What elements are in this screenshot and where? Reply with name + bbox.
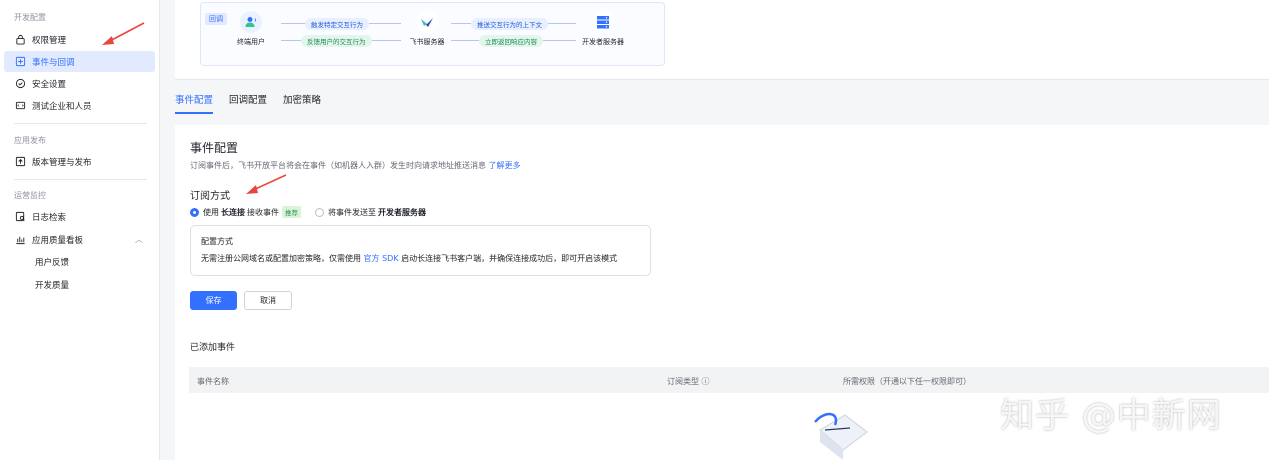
watermark: 知乎 @中新网 (1000, 396, 1222, 436)
option-text: 使用 (203, 207, 219, 217)
radio-dev-server[interactable]: 将事件发送至 开发者服务器 (315, 207, 428, 218)
group-title-release: 应用发布 (14, 136, 46, 145)
tab-encryption[interactable]: 加密策略 (283, 92, 321, 114)
sidebar-item-version[interactable]: 版本管理与发布 (4, 151, 155, 172)
flow-node-label: 终端用户 (237, 38, 265, 46)
sidebar-item-label: 应用质量看板 (32, 235, 84, 246)
empty-state-icon (814, 412, 868, 460)
option-bold-text: 长连接 (221, 207, 245, 217)
flow-node-user: 终端用户 (221, 11, 281, 47)
flow-pill: 触发特定交互行为 (305, 18, 369, 30)
shield-check-icon (15, 78, 26, 89)
tab-callback-config[interactable]: 回调配置 (229, 92, 267, 114)
added-events-title: 已添加事件 (190, 343, 236, 353)
option-bold-text: 开发者服务器 (378, 207, 426, 217)
lock-icon (15, 34, 26, 45)
info-text: 无需注册公网域名或配置加密策略，仅需使用 官方 SDK 启动长连接飞书客户端，并… (201, 253, 640, 264)
flow-card: 回调 终端用户 飞书服务器 开发者服务器 触发特定交互行为 反馈用户的交互行为 … (175, 0, 1269, 80)
annotation-arrow-icon (102, 22, 145, 45)
option-text: 将事件发送至 (328, 207, 376, 217)
sidebar-divider (14, 123, 147, 124)
recommend-badge: 推荐 (282, 206, 301, 218)
cancel-button[interactable]: 取消 (244, 291, 292, 310)
tab-event-config[interactable]: 事件配置 (175, 92, 214, 114)
sidebar-item-label: 日志检索 (32, 212, 67, 223)
group-title-dev: 开发配置 (14, 13, 46, 22)
description-text: 订阅事件后，飞书开放平台将会在事件（如机器人入群）发生时向请求地址推送消息 (190, 161, 486, 170)
flow-node-label: 开发者服务器 (582, 38, 624, 46)
sidebar-divider (14, 179, 147, 180)
sidebar-item-label: 用户反馈 (35, 257, 70, 268)
column-header: 订阅类型 ⓘ (667, 377, 710, 386)
test-icon (15, 100, 26, 111)
flow-diagram: 回调 终端用户 飞书服务器 开发者服务器 触发特定交互行为 反馈用户的交互行为 … (200, 2, 665, 66)
sidebar-item-security[interactable]: 安全设置 (4, 73, 155, 94)
feishu-logo-icon (416, 11, 438, 33)
server-icon (592, 11, 614, 33)
sidebar-item-quality-board[interactable]: 应用质量看板 ︿ (4, 229, 155, 250)
sidebar-item-label: 测试企业和人员 (32, 101, 92, 112)
tab-bar: 事件配置 回调配置 加密策略 (175, 92, 321, 114)
info-text-part: 启动长连接飞书客户端，并确保连接成功后，即可开启该模式 (401, 254, 618, 263)
group-title-ops: 运营监控 (14, 191, 46, 200)
event-icon (15, 56, 26, 67)
sidebar: 开发配置 权限管理 事件与回调 安全设置 测试企业和人员 应用发布 版本管理与发… (0, 0, 160, 460)
config-info-box: 配置方式 无需注册公网域名或配置加密策略，仅需使用 官方 SDK 启动长连接飞书… (190, 225, 651, 276)
sidebar-item-test[interactable]: 测试企业和人员 (4, 95, 155, 116)
subscribe-title: 订阅方式 (190, 191, 230, 202)
flow-pill: 推送交互行为的上下文 (471, 18, 548, 30)
sidebar-item-label: 开发质量 (35, 280, 70, 291)
radio-long-connection[interactable]: 使用 长连接 接收事件 推荐 (190, 206, 301, 218)
info-text-part: 无需注册公网域名或配置加密策略，仅需使用 (201, 254, 361, 263)
sidebar-item-logs[interactable]: 日志检索 (4, 206, 155, 227)
flow-pill: 立即返回响应内容 (479, 35, 543, 47)
option-text: 接收事件 (247, 207, 279, 217)
flow-node-label: 飞书服务器 (409, 38, 445, 46)
page-title: 事件配置 (190, 141, 239, 155)
sidebar-item-label: 事件与回调 (32, 57, 75, 68)
flow-node-dev-server: 开发者服务器 (573, 11, 633, 47)
sidebar-item-label: 安全设置 (32, 79, 67, 90)
flow-node-feishu: 飞书服务器 (397, 11, 457, 47)
sdk-link[interactable]: 官方 SDK (364, 254, 399, 263)
chevron-up-icon[interactable]: ︿ (135, 234, 143, 245)
sidebar-item-dev-quality[interactable]: 开发质量 (4, 274, 155, 295)
chart-icon (15, 234, 26, 245)
user-icon (240, 11, 262, 33)
info-title: 配置方式 (201, 237, 233, 246)
sidebar-item-label: 权限管理 (32, 35, 67, 46)
column-header: 所需权限（开通以下任一权限即可） (843, 377, 971, 386)
sidebar-item-events[interactable]: 事件与回调 (4, 51, 155, 72)
column-header: 事件名称 (197, 377, 229, 386)
page-description: 订阅事件后，飞书开放平台将会在事件（如机器人入群）发生时向请求地址推送消息 了解… (190, 160, 521, 171)
upload-icon (15, 156, 26, 167)
annotation-arrow-icon (246, 174, 287, 194)
save-button[interactable]: 保存 (190, 291, 237, 310)
learn-more-link[interactable]: 了解更多 (489, 161, 521, 170)
flow-pill: 反馈用户的交互行为 (301, 35, 372, 47)
subscribe-options: 使用 长连接 接收事件 推荐 将事件发送至 开发者服务器 (190, 206, 442, 218)
radio-checked-icon (190, 207, 199, 217)
log-search-icon (15, 211, 26, 222)
radio-unchecked-icon (315, 207, 324, 217)
sidebar-item-feedback[interactable]: 用户反馈 (4, 251, 155, 272)
sidebar-item-label: 版本管理与发布 (32, 157, 92, 168)
